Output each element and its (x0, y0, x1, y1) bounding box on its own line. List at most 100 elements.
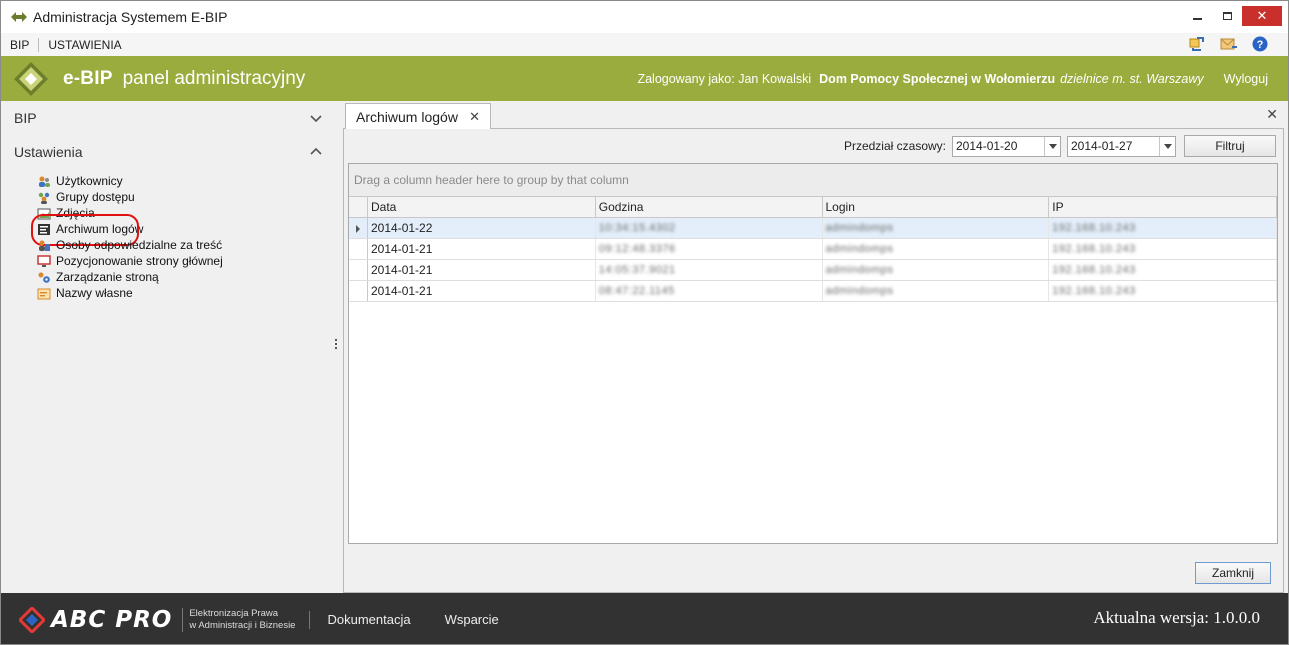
group-icon (37, 191, 51, 204)
chevron-down-icon[interactable] (309, 111, 323, 123)
responsible-person-icon (37, 239, 51, 252)
chevron-down-icon (1163, 143, 1172, 149)
logged-user: Zalogowany jako: Jan Kowalski (637, 71, 812, 86)
mail-icon[interactable] (1220, 36, 1238, 52)
chevron-down-icon (1048, 143, 1057, 149)
sidebar-item-label: Nazwy własne (56, 286, 133, 300)
sidebar-item-pozycjonowanie[interactable]: Pozycjonowanie strony głównej (37, 253, 337, 269)
column-header-godzina[interactable]: Godzina (596, 197, 823, 217)
filter-button[interactable]: Filtruj (1184, 135, 1276, 157)
logout-link[interactable]: Wyloguj (1224, 72, 1268, 86)
help-icon[interactable]: ? (1252, 36, 1270, 52)
log-archive-icon (37, 223, 51, 236)
blurred-text: 09:12:48.3376 (598, 243, 676, 255)
date-from-value: 2014-01-20 (956, 139, 1018, 153)
column-header-ip[interactable]: IP (1049, 197, 1277, 217)
column-header-data[interactable]: Data (368, 197, 596, 217)
table-row[interactable]: 2014-01-21 14:05:37.9021 admindomps 192.… (349, 260, 1277, 281)
menu-item-ustawienia[interactable]: USTAWIENIA (39, 38, 130, 52)
date-to-select[interactable]: 2014-01-27 (1067, 135, 1176, 157)
zamknij-button[interactable]: Zamknij (1195, 562, 1271, 584)
sidebar-item-label: Pozycjonowanie strony głównej (56, 254, 223, 268)
row-indicator (349, 239, 368, 259)
sidebar-item-nazwy-wlasne[interactable]: Nazwy własne (37, 285, 337, 301)
cell-data: 2014-01-21 (368, 239, 596, 259)
tab-strip: Archiwum logów ✕ ✕ (343, 101, 1284, 130)
cell-godzina: 10:34:15.4302 (596, 218, 823, 238)
app-logo-icon (11, 10, 27, 24)
ebip-logo-icon (13, 61, 49, 97)
title-bar: Administracja Systemem E-BIP ✕ (1, 1, 1288, 33)
window-controls: ✕ (1182, 1, 1288, 31)
footer: ABC PRO Elektronizacja Prawa w Administr… (1, 593, 1288, 644)
dropdown-button[interactable] (1044, 136, 1060, 156)
minimize-button[interactable] (1182, 5, 1212, 27)
blurred-text: 14:05:37.9021 (598, 264, 676, 276)
date-from-select[interactable]: 2014-01-20 (952, 135, 1061, 157)
tab-content: Przedział czasowy: 2014-01-20 2014-01-27… (343, 129, 1284, 593)
sidebar-item-zarzadzanie-strona[interactable]: Zarządzanie stroną (37, 269, 337, 285)
blurred-text: admindomps (825, 243, 894, 255)
group-by-panel[interactable]: Drag a column header here to group by th… (349, 164, 1277, 197)
tagline-line-2: w Administracji i Biznesie (189, 619, 296, 631)
sidebar-group-ustawienia[interactable]: Ustawienia (1, 135, 337, 169)
monitor-icon (37, 254, 51, 268)
cell-ip: 192.168.10.243 (1049, 218, 1277, 238)
app-window: Administracja Systemem E-BIP ✕ BIP USTAW… (0, 0, 1289, 645)
site-settings-icon (37, 271, 51, 284)
blurred-text: admindomps (825, 222, 894, 234)
sidebar-item-label: Osoby odpowiedzialne za treść (56, 238, 223, 252)
sidebar-item-uzytkownicy[interactable]: Użytkownicy (37, 173, 337, 189)
row-indicator-header (349, 197, 368, 217)
sidebar-item-archiwum-logow[interactable]: Archiwum logów (31, 214, 337, 246)
current-row-icon (356, 225, 360, 233)
row-indicator (349, 218, 368, 238)
users-icon (37, 175, 51, 188)
version-label: Aktualna wersja: 1.0.0.0 (1093, 608, 1260, 627)
sidebar-group-label: BIP (14, 110, 37, 126)
close-window-button[interactable]: ✕ (1242, 6, 1282, 26)
abc-pro-logo: ABC PRO Elektronizacja Prawa w Administr… (17, 605, 296, 634)
tab-label: Archiwum logów (356, 109, 458, 125)
sidebar-item-osoby-odpowiedzialne[interactable]: Osoby odpowiedzialne za treść (37, 237, 337, 253)
sidebar: BIP Ustawienia Użytkownicy Grupy dostępu… (1, 101, 337, 593)
blurred-text: 10:34:15.4302 (598, 222, 676, 234)
dropdown-button[interactable] (1159, 136, 1175, 156)
blurred-text: 192.168.10.243 (1052, 222, 1136, 234)
blurred-text: 08:47:22.1145 (598, 285, 675, 297)
chevron-up-icon[interactable] (309, 145, 323, 157)
footer-link-dokumentacja[interactable]: Dokumentacja (327, 612, 410, 627)
table-row[interactable]: 2014-01-21 08:47:22.1145 admindomps 192.… (349, 281, 1277, 302)
close-tab-icon[interactable]: ✕ (469, 109, 480, 125)
tab-archiwum-logow[interactable]: Archiwum logów ✕ (345, 103, 491, 130)
column-header-login[interactable]: Login (823, 197, 1050, 217)
grid-header: Data Godzina Login IP (349, 197, 1277, 218)
date-to-value: 2014-01-27 (1071, 139, 1133, 153)
logs-grid: Drag a column header here to group by th… (348, 163, 1278, 544)
sidebar-item-grupy-dostepu[interactable]: Grupy dostępu (37, 189, 337, 205)
close-panel-icon[interactable]: ✕ (1266, 106, 1278, 123)
sync-icon[interactable] (1188, 36, 1206, 52)
date-range-label: Przedział czasowy: (843, 139, 946, 153)
cell-ip: 192.168.10.243 (1049, 281, 1277, 301)
menu-bar: BIP USTAWIENIA ? (1, 33, 1288, 56)
cell-login: admindomps (823, 239, 1050, 259)
date-filter: Przedział czasowy: 2014-01-20 2014-01-27… (844, 135, 1276, 157)
maximize-button[interactable] (1212, 5, 1242, 27)
district-name: dzielnice m. st. Warszawy (1060, 71, 1204, 86)
sidebar-item-label: Archiwum logów (56, 222, 144, 236)
cell-login: admindomps (823, 260, 1050, 280)
cell-data: 2014-01-21 (368, 260, 596, 280)
table-row[interactable]: 2014-01-21 09:12:48.3376 admindomps 192.… (349, 239, 1277, 260)
brand-subtitle: panel administracyjny (122, 67, 306, 89)
cell-ip: 192.168.10.243 (1049, 239, 1277, 259)
menu-item-bip[interactable]: BIP (1, 38, 38, 52)
sidebar-group-label: Ustawienia (14, 144, 83, 160)
footer-link-wsparcie[interactable]: Wsparcie (445, 612, 499, 627)
user-info: Zalogowany jako: Jan Kowalski Dom Pomocy… (637, 56, 1268, 101)
table-row[interactable]: 2014-01-22 10:34:15.4302 admindomps 192.… (349, 218, 1277, 239)
sidebar-group-bip[interactable]: BIP (1, 101, 337, 135)
blurred-text: admindomps (825, 285, 894, 297)
cell-godzina: 09:12:48.3376 (596, 239, 823, 259)
splitter-handle[interactable] (334, 337, 338, 355)
